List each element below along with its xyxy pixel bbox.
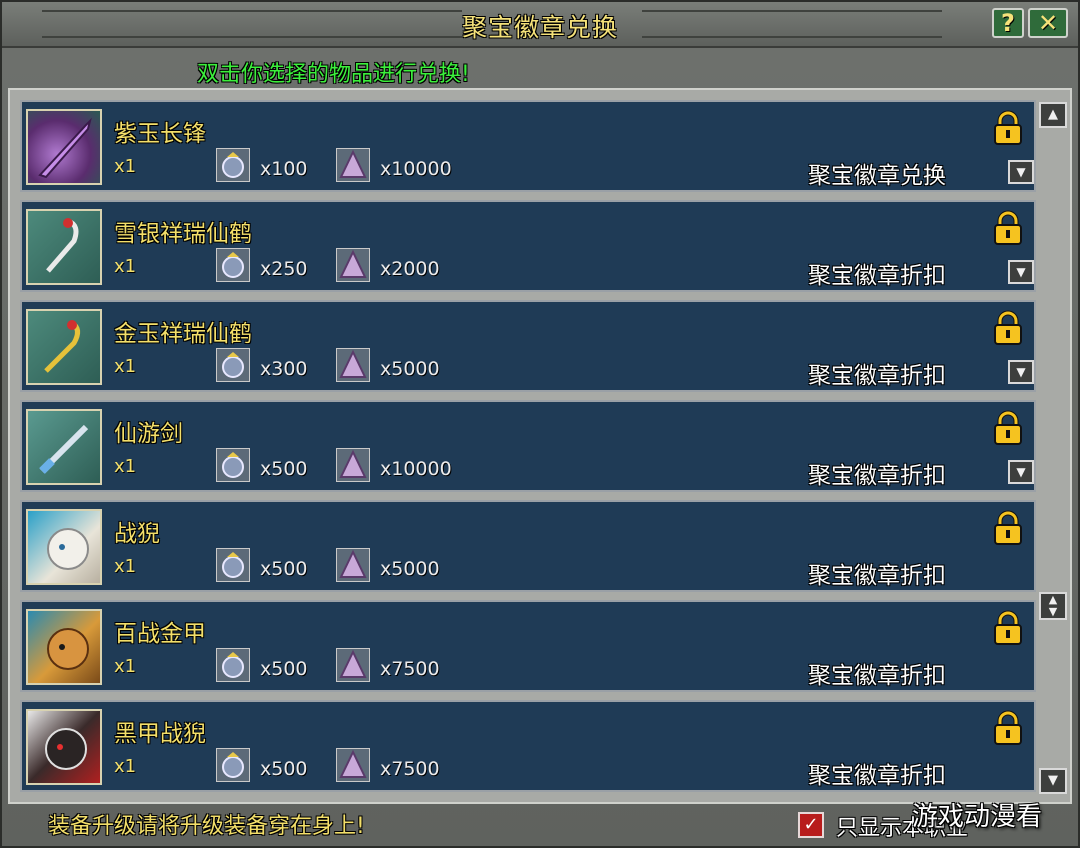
item-quantity: x1 xyxy=(114,356,137,377)
list-item[interactable]: 仙游剑 x1 x500 x10000 聚宝徽章折扣 ▼ xyxy=(20,400,1036,492)
show-own-class-checkbox[interactable]: ✓ xyxy=(798,812,824,838)
gem-icon xyxy=(336,248,370,282)
exchange-type: 聚宝徽章折扣 xyxy=(808,763,946,789)
item-quantity: x1 xyxy=(114,656,137,677)
item-name: 百战金甲 xyxy=(114,621,206,647)
row-expand-button[interactable]: ▼ xyxy=(1008,460,1034,484)
badge-icon xyxy=(216,348,250,382)
item-name: 战猊 xyxy=(114,521,160,547)
gem-icon xyxy=(336,148,370,182)
window-title: 聚宝徽章兑换 xyxy=(461,13,618,42)
gem-icon xyxy=(336,648,370,682)
exchange-type: 聚宝徽章折扣 xyxy=(808,663,946,689)
badge-cost: x300 xyxy=(260,358,308,380)
gem-icon xyxy=(336,348,370,382)
gem-icon xyxy=(336,548,370,582)
lock-icon[interactable] xyxy=(990,110,1026,146)
badge-icon xyxy=(216,148,250,182)
gem-icon xyxy=(336,448,370,482)
row-expand-button[interactable]: ▼ xyxy=(1008,160,1034,184)
lock-icon[interactable] xyxy=(990,210,1026,246)
purple-spear-icon xyxy=(26,109,102,185)
item-name: 雪银祥瑞仙鹤 xyxy=(114,221,252,247)
close-button[interactable]: ✕ xyxy=(1028,8,1068,38)
item-quantity: x1 xyxy=(114,256,137,277)
item-name: 仙游剑 xyxy=(114,421,183,447)
scroll-up-button[interactable]: ▲ xyxy=(1039,102,1067,128)
exchange-type: 聚宝徽章兑换 xyxy=(808,163,946,189)
lock-icon[interactable] xyxy=(990,710,1026,746)
badge-cost: x100 xyxy=(260,158,308,180)
row-expand-button[interactable]: ▼ xyxy=(1008,260,1034,284)
gem-cost: x7500 xyxy=(380,758,440,780)
row-expand-button[interactable]: ▼ xyxy=(1008,360,1034,384)
gem-cost: x5000 xyxy=(380,558,440,580)
lock-icon[interactable] xyxy=(990,410,1026,446)
item-name: 紫玉长锋 xyxy=(114,121,206,147)
exchange-type: 聚宝徽章折扣 xyxy=(808,463,946,489)
gem-icon xyxy=(336,748,370,782)
exchange-window: 聚宝徽章兑换 ? ✕ 双击你选择的物品进行兑换! 紫玉长锋 x1 x100 x1… xyxy=(0,0,1080,848)
scroll-down-button[interactable]: ▼ xyxy=(1039,768,1067,794)
item-name: 黑甲战猊 xyxy=(114,721,206,747)
exchange-type: 聚宝徽章折扣 xyxy=(808,263,946,289)
badge-cost: x500 xyxy=(260,558,308,580)
badge-icon xyxy=(216,648,250,682)
gem-cost: x2000 xyxy=(380,258,440,280)
black-beast-icon xyxy=(26,709,102,785)
gem-cost: x10000 xyxy=(380,158,452,180)
upgrade-notice: 装备升级请将升级装备穿在身上! xyxy=(48,814,365,839)
badge-cost: x500 xyxy=(260,458,308,480)
list-item[interactable]: 黑甲战猊 x1 x500 x7500 聚宝徽章折扣 xyxy=(20,700,1036,792)
exchange-type: 聚宝徽章折扣 xyxy=(808,363,946,389)
item-quantity: x1 xyxy=(114,756,137,777)
list-item[interactable]: 紫玉长锋 x1 x100 x10000 聚宝徽章兑换 ▼ xyxy=(20,100,1036,192)
lock-icon[interactable] xyxy=(990,610,1026,646)
lock-icon[interactable] xyxy=(990,310,1026,346)
item-name: 金玉祥瑞仙鹤 xyxy=(114,321,252,347)
instruction-text: 双击你选择的物品进行兑换! xyxy=(197,62,470,87)
badge-cost: x250 xyxy=(260,258,308,280)
gem-cost: x7500 xyxy=(380,658,440,680)
badge-icon xyxy=(216,748,250,782)
lock-icon[interactable] xyxy=(990,510,1026,546)
title-bar[interactable]: 聚宝徽章兑换 ? ✕ xyxy=(2,2,1078,48)
item-quantity: x1 xyxy=(114,456,137,477)
scroll-thumb[interactable]: ▲ ▼ xyxy=(1039,592,1067,620)
white-beast-icon xyxy=(26,509,102,585)
list-item[interactable]: 金玉祥瑞仙鹤 x1 x300 x5000 聚宝徽章折扣 ▼ xyxy=(20,300,1036,392)
gold-crane-icon xyxy=(26,309,102,385)
sword-icon xyxy=(26,409,102,485)
badge-icon xyxy=(216,548,250,582)
watermark: 游戏动漫看 xyxy=(912,802,1043,832)
list-item[interactable]: 百战金甲 x1 x500 x7500 聚宝徽章折扣 xyxy=(20,600,1036,692)
item-quantity: x1 xyxy=(114,556,137,577)
item-quantity: x1 xyxy=(114,156,137,177)
list-item[interactable]: 战猊 x1 x500 x5000 聚宝徽章折扣 xyxy=(20,500,1036,592)
exchange-type: 聚宝徽章折扣 xyxy=(808,563,946,589)
gem-cost: x10000 xyxy=(380,458,452,480)
golden-beast-icon xyxy=(26,609,102,685)
badge-cost: x500 xyxy=(260,658,308,680)
badge-icon xyxy=(216,248,250,282)
list-item[interactable]: 雪银祥瑞仙鹤 x1 x250 x2000 聚宝徽章折扣 ▼ xyxy=(20,200,1036,292)
help-button[interactable]: ? xyxy=(992,8,1024,38)
badge-cost: x500 xyxy=(260,758,308,780)
silver-crane-icon xyxy=(26,209,102,285)
gem-cost: x5000 xyxy=(380,358,440,380)
badge-icon xyxy=(216,448,250,482)
